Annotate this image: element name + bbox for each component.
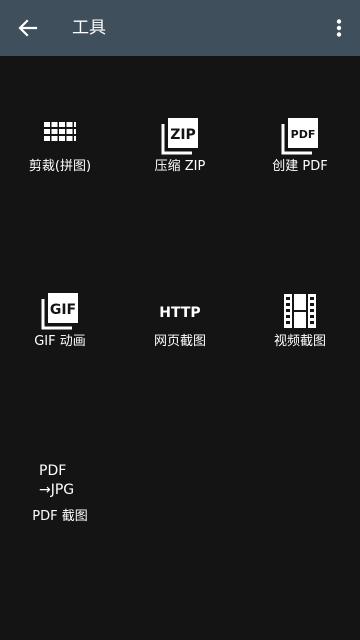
zip-icon: ZIP	[160, 116, 200, 156]
tool-label: 网页截图	[153, 334, 206, 349]
tool-webpage-screenshot[interactable]: HTTP 网页截图	[120, 233, 240, 353]
http-icon-badge: HTTP	[160, 305, 200, 321]
tool-gif-animation[interactable]: GIF GIF 动画	[0, 233, 120, 353]
tool-compress-zip[interactable]: ZIP 压缩 ZIP	[120, 58, 240, 178]
tool-label: 视频截图	[273, 334, 326, 349]
tool-create-pdf[interactable]: PDF 创建 PDF	[240, 58, 360, 178]
tool-video-screenshot[interactable]: 视频截图	[240, 233, 360, 353]
app-bar: 工具	[0, 0, 360, 56]
back-button[interactable]	[8, 8, 48, 48]
page-title: 工具	[72, 18, 106, 38]
grid-icon	[40, 116, 80, 156]
more-vertical-icon	[336, 19, 342, 37]
more-options-button[interactable]	[324, 8, 356, 48]
pdf-to-jpg-icon: PDF →JPG	[39, 462, 74, 500]
tool-label: PDF 截图	[32, 509, 88, 524]
tool-label: 剪裁(拼图)	[28, 159, 92, 174]
zip-icon-badge: ZIP	[170, 127, 196, 143]
pdf-icon-badge: PDF	[291, 128, 316, 141]
gif-icon-badge: GIF	[50, 302, 76, 318]
tool-label: GIF 动画	[34, 334, 86, 349]
film-icon	[280, 291, 320, 331]
tool-label: 压缩 ZIP	[154, 159, 206, 174]
tool-label: 创建 PDF	[272, 159, 328, 174]
pdf-to-jpg-line: PDF	[39, 463, 67, 479]
pdf-to-jpg-line: →JPG	[39, 482, 75, 498]
arrow-left-icon	[18, 19, 38, 37]
http-icon: HTTP	[159, 291, 200, 331]
gif-icon: GIF	[40, 291, 80, 331]
pdf-icon: PDF	[280, 116, 320, 156]
tool-crop-collage[interactable]: 剪裁(拼图)	[0, 58, 120, 178]
